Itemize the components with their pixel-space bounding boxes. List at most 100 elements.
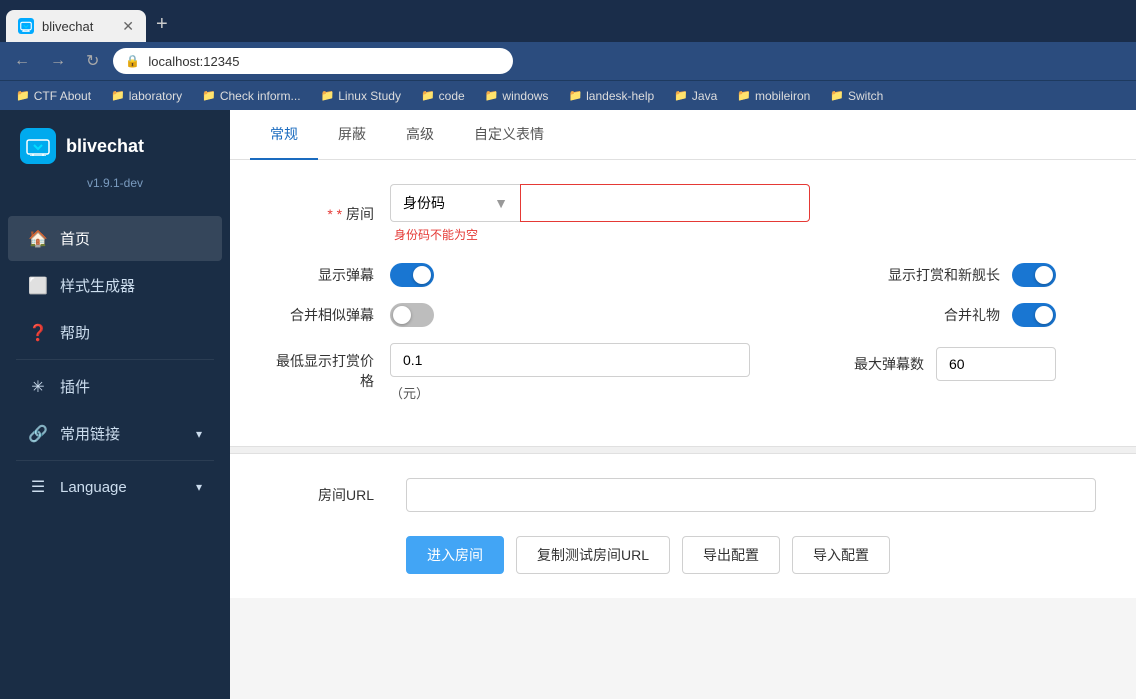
help-icon: ❓ bbox=[28, 323, 48, 343]
logo-icon bbox=[20, 128, 56, 164]
lock-icon: 🔒 bbox=[125, 54, 140, 68]
sidebar-language-label: Language bbox=[60, 479, 127, 496]
min-price-input[interactable] bbox=[390, 343, 750, 377]
show-gifts-toggle[interactable] bbox=[1012, 263, 1056, 287]
new-tab-button[interactable]: + bbox=[146, 9, 178, 40]
room-url-input[interactable] bbox=[406, 478, 1096, 512]
tab-shield[interactable]: 屏蔽 bbox=[318, 110, 386, 160]
sidebar-item-links[interactable]: 🔗 常用链接 ▾ bbox=[8, 411, 222, 456]
address-input[interactable]: 🔒 localhost:12345 bbox=[113, 48, 513, 74]
folder-icon: 📁 bbox=[16, 89, 30, 102]
show-danmaku-toggle[interactable] bbox=[390, 263, 434, 287]
folder-icon: 📁 bbox=[830, 89, 844, 102]
show-danmaku-row: 显示弹幕 显示打赏和新舰长 bbox=[270, 263, 1096, 287]
links-icon: 🔗 bbox=[28, 424, 48, 444]
room-type-label: 身份码 bbox=[403, 193, 445, 213]
bookmark-laboratory[interactable]: 📁 laboratory bbox=[103, 87, 190, 105]
sidebar-item-style[interactable]: ⬜ 样式生成器 bbox=[8, 263, 222, 308]
bookmark-code[interactable]: 📁 code bbox=[413, 87, 473, 105]
room-input-group: 身份码 ▼ 身份码不能为空 bbox=[390, 184, 810, 243]
sidebar-item-plugins[interactable]: ✳ 插件 bbox=[8, 364, 222, 409]
nav-divider-2 bbox=[16, 460, 214, 461]
tab-advanced[interactable]: 高级 bbox=[386, 110, 454, 160]
folder-icon: 📁 bbox=[737, 89, 751, 102]
main-content: 常规 屏蔽 高级 自定义表情 * 房间 身份码 ▼ bbox=[230, 110, 1136, 699]
select-chevron-icon: ▼ bbox=[494, 195, 508, 211]
plugins-icon: ✳ bbox=[28, 377, 48, 397]
room-label: * 房间 bbox=[270, 204, 390, 224]
action-buttons: 进入房间 复制测试房间URL 导出配置 导入配置 bbox=[406, 536, 1096, 574]
merge-similar-toggle[interactable] bbox=[390, 303, 434, 327]
address-text: localhost:12345 bbox=[148, 54, 239, 69]
sidebar: blivechat v1.9.1-dev 🏠 首页 ⬜ 样式生成器 ❓ 帮助 bbox=[0, 110, 230, 699]
tab-bar: blivechat ✕ + bbox=[0, 0, 1136, 42]
sidebar-version: v1.9.1-dev bbox=[0, 176, 230, 206]
nav-forward-button[interactable]: → bbox=[44, 50, 72, 72]
form-section: * 房间 身份码 ▼ 身份码不能为空 bbox=[230, 160, 1136, 446]
tab-custom-emoji[interactable]: 自定义表情 bbox=[454, 110, 564, 160]
room-row: * 房间 身份码 ▼ 身份码不能为空 bbox=[270, 184, 1096, 243]
sidebar-item-language[interactable]: ☰ Language ▾ bbox=[8, 465, 222, 509]
bookmark-check-inform[interactable]: 📁 Check inform... bbox=[194, 87, 308, 105]
home-icon: 🏠 bbox=[28, 229, 48, 249]
min-price-label: 最低显示打赏价格 bbox=[270, 343, 390, 391]
folder-icon: 📁 bbox=[111, 89, 125, 102]
sidebar-style-label: 样式生成器 bbox=[60, 275, 135, 296]
min-price-control: （元） bbox=[390, 343, 750, 402]
tab-favicon-icon bbox=[18, 18, 34, 34]
bookmark-label: Java bbox=[692, 89, 717, 103]
folder-icon: 📁 bbox=[674, 89, 688, 102]
section-divider bbox=[230, 446, 1136, 454]
sidebar-home-label: 首页 bbox=[60, 228, 90, 249]
bookmark-label: Linux Study bbox=[338, 89, 401, 103]
room-field-group: 身份码 ▼ bbox=[390, 184, 810, 222]
bookmark-label: code bbox=[439, 89, 465, 103]
merge-similar-row: 合并相似弹幕 合并礼物 bbox=[270, 303, 1096, 327]
tab-normal[interactable]: 常规 bbox=[250, 110, 318, 160]
import-config-button[interactable]: 导入配置 bbox=[792, 536, 890, 574]
bookmark-label: Check inform... bbox=[220, 89, 301, 103]
room-id-input[interactable] bbox=[520, 184, 810, 222]
logo-text: blivechat bbox=[66, 136, 144, 157]
language-icon: ☰ bbox=[28, 477, 48, 497]
bookmark-switch[interactable]: 📁 Switch bbox=[822, 87, 891, 105]
browser-tab[interactable]: blivechat ✕ bbox=[6, 10, 146, 42]
copy-test-url-button[interactable]: 复制测试房间URL bbox=[516, 536, 670, 574]
tab-close-icon[interactable]: ✕ bbox=[122, 18, 134, 35]
nav-refresh-button[interactable]: ↻ bbox=[80, 49, 105, 73]
sidebar-nav: 🏠 首页 ⬜ 样式生成器 ❓ 帮助 ✳ 插件 🔗 常用 bbox=[0, 206, 230, 699]
address-bar: ← → ↻ 🔒 localhost:12345 bbox=[0, 42, 1136, 80]
nav-back-button[interactable]: ← bbox=[8, 50, 36, 72]
bookmark-mobileiron[interactable]: 📁 mobileiron bbox=[729, 87, 818, 105]
bookmark-windows[interactable]: 📁 windows bbox=[477, 87, 557, 105]
settings-tab-nav: 常规 屏蔽 高级 自定义表情 bbox=[230, 110, 1136, 160]
sidebar-help-label: 帮助 bbox=[60, 322, 90, 343]
sidebar-plugins-label: 插件 bbox=[60, 376, 90, 397]
folder-icon: 📁 bbox=[421, 89, 435, 102]
app-area: blivechat v1.9.1-dev 🏠 首页 ⬜ 样式生成器 ❓ 帮助 bbox=[0, 110, 1136, 699]
sidebar-item-home[interactable]: 🏠 首页 bbox=[8, 216, 222, 261]
show-gifts-label: 显示打赏和新舰长 bbox=[888, 265, 1000, 285]
bookmark-landesk-help[interactable]: 📁 landesk-help bbox=[560, 87, 662, 105]
sidebar-item-help[interactable]: ❓ 帮助 bbox=[8, 310, 222, 355]
room-type-select[interactable]: 身份码 ▼ bbox=[390, 184, 520, 222]
export-config-button[interactable]: 导出配置 bbox=[682, 536, 780, 574]
room-url-label: 房间URL bbox=[270, 485, 390, 505]
enter-room-button[interactable]: 进入房间 bbox=[406, 536, 504, 574]
bookmark-label: laboratory bbox=[129, 89, 182, 103]
bookmark-label: mobileiron bbox=[755, 89, 810, 103]
room-error-text: 身份码不能为空 bbox=[394, 226, 810, 243]
merge-gifts-toggle[interactable] bbox=[1012, 303, 1056, 327]
bookmark-label: Switch bbox=[848, 89, 883, 103]
sidebar-links-label: 常用链接 bbox=[60, 423, 120, 444]
room-url-row: 房间URL bbox=[270, 478, 1096, 512]
bookmark-linux-study[interactable]: 📁 Linux Study bbox=[313, 87, 409, 105]
folder-icon: 📁 bbox=[485, 89, 499, 102]
yuan-label: （元） bbox=[390, 386, 429, 401]
bookmark-ctf-about[interactable]: 📁 CTF About bbox=[8, 87, 99, 105]
max-danmaku-label: 最大弹幕数 bbox=[854, 354, 924, 374]
merge-similar-label: 合并相似弹幕 bbox=[270, 305, 390, 325]
links-chevron-icon: ▾ bbox=[196, 427, 202, 441]
bookmark-java[interactable]: 📁 Java bbox=[666, 87, 725, 105]
max-danmaku-input[interactable] bbox=[936, 347, 1056, 381]
